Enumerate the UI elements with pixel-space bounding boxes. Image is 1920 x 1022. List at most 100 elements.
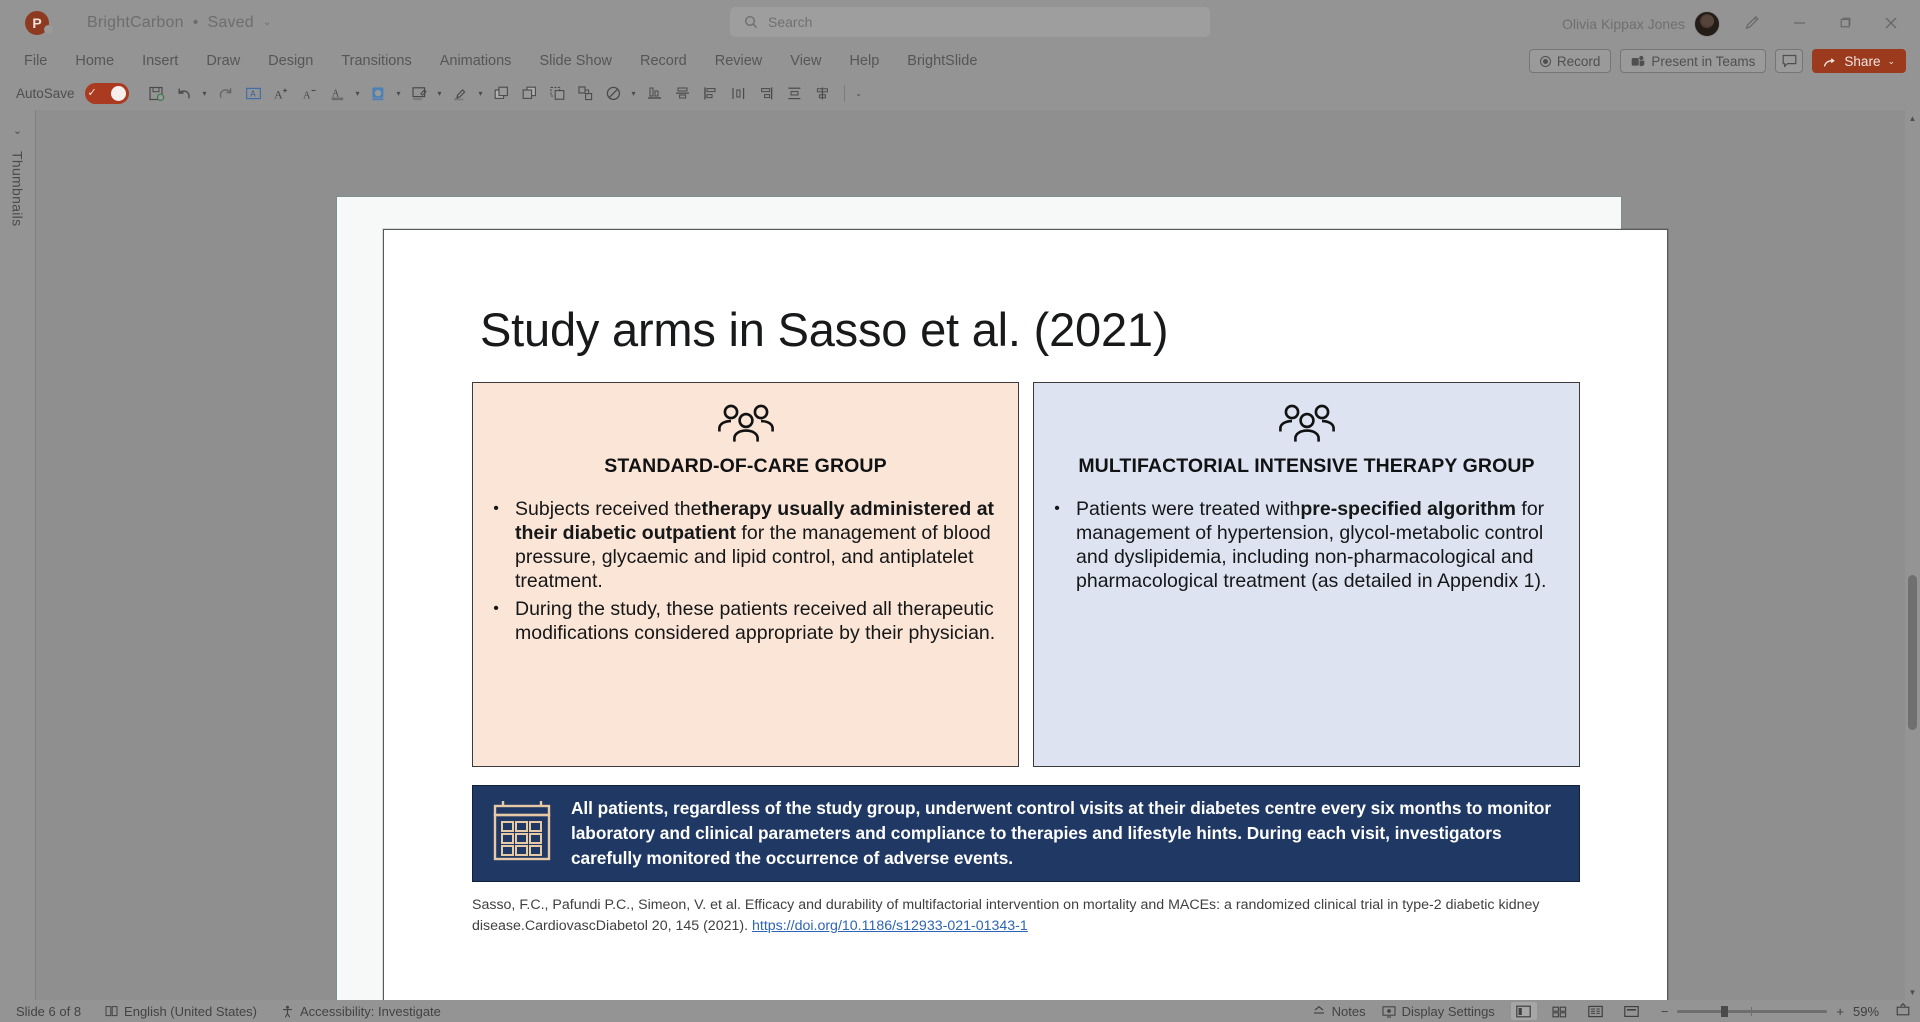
card-heading: STANDARD-OF-CARE GROUP: [604, 455, 887, 477]
no-fill-caret-icon[interactable]: ▾: [628, 80, 640, 107]
slide-show-button[interactable]: [1619, 1002, 1645, 1020]
tab-brightslide[interactable]: BrightSlide: [893, 45, 991, 77]
align-middle-icon[interactable]: [669, 80, 696, 107]
tab-insert[interactable]: Insert: [128, 45, 192, 77]
svg-text:A: A: [274, 88, 283, 102]
vertical-scrollbar[interactable]: ▲ ▼: [1905, 110, 1920, 1000]
highlight-caret-icon[interactable]: ▾: [393, 80, 405, 107]
scroll-down-arrow-icon[interactable]: ▼: [1905, 984, 1920, 1000]
language-status[interactable]: English (United States): [105, 1004, 257, 1019]
document-title[interactable]: BrightCarbon • Saved ⌄: [87, 14, 271, 32]
send-backward-icon[interactable]: [516, 80, 543, 107]
tab-slide-show[interactable]: Slide Show: [525, 45, 626, 77]
close-button[interactable]: [1868, 0, 1914, 45]
card-heading: MULTIFACTORIAL INTENSIVE THERAPY GROUP: [1078, 455, 1535, 477]
thumbnails-pane-collapsed[interactable]: ⌄ Thumbnails: [0, 110, 36, 1000]
tab-animations[interactable]: Animations: [426, 45, 526, 77]
powerpoint-icon: P: [25, 10, 53, 35]
tab-file[interactable]: File: [10, 45, 61, 77]
align-bottom-icon[interactable]: [641, 80, 668, 107]
undo-icon[interactable]: [171, 80, 198, 107]
fit-to-window-icon[interactable]: [1896, 1003, 1910, 1019]
no-fill-icon[interactable]: [600, 80, 627, 107]
all-patients-banner[interactable]: All patients, regardless of the study gr…: [472, 785, 1580, 882]
tab-help[interactable]: Help: [835, 45, 893, 77]
scrollbar-thumb[interactable]: [1908, 575, 1917, 730]
zoom-out-button[interactable]: −: [1661, 1004, 1669, 1019]
card-bullet-list: • Patients were treated withpre-specifie…: [1052, 498, 1561, 594]
account-area[interactable]: Olivia Kippax Jones: [1562, 11, 1720, 37]
thumbnails-pane-label: Thumbnails: [9, 151, 26, 227]
present-in-teams-button[interactable]: Present in Teams: [1620, 49, 1767, 73]
scroll-up-arrow-icon[interactable]: ▲: [1905, 110, 1920, 126]
eyedropper-caret-icon[interactable]: ▾: [475, 80, 487, 107]
save-icon[interactable]: [143, 80, 170, 107]
tab-draw[interactable]: Draw: [192, 45, 254, 77]
list-item: • Subjects received thetherapy usually a…: [491, 498, 1000, 594]
avatar[interactable]: [1694, 11, 1720, 37]
page-title[interactable]: Study arms in Sasso et al. (2021): [480, 302, 1168, 357]
group-icon[interactable]: [572, 80, 599, 107]
minimize-button[interactable]: [1776, 0, 1822, 45]
restore-button[interactable]: [1822, 0, 1868, 45]
share-button[interactable]: Share ⌄: [1812, 49, 1906, 73]
accessibility-status[interactable]: Accessibility: Investigate: [281, 1004, 441, 1019]
zoom-level-label[interactable]: 59%: [1853, 1004, 1887, 1019]
tab-record[interactable]: Record: [626, 45, 701, 77]
zoom-slider-handle[interactable]: [1721, 1005, 1729, 1017]
qat-icon-group: ▾ A A A A ▾ ▾ ▾ ▾ ▾ ⌄: [143, 80, 865, 107]
citation-doi-link[interactable]: https://doi.org/10.1186/s12933-021-01343…: [752, 918, 1028, 934]
format-painter-caret-icon[interactable]: ▾: [434, 80, 446, 107]
autosave-toggle[interactable]: ✓: [84, 83, 129, 104]
slide-sorter-button[interactable]: [1547, 1002, 1573, 1020]
text-box-icon[interactable]: A: [240, 80, 267, 107]
tab-home[interactable]: Home: [61, 45, 128, 77]
zoom-midpoint-tick: [1751, 1006, 1753, 1016]
slide-counter[interactable]: Slide 6 of 8: [16, 1004, 81, 1019]
card-standard-of-care[interactable]: STANDARD-OF-CARE GROUP • Subjects receiv…: [472, 382, 1019, 767]
normal-view-icon: [1516, 1005, 1532, 1017]
zoom-in-button[interactable]: +: [1836, 1004, 1844, 1019]
distribute-vertical-icon[interactable]: [781, 80, 808, 107]
distribute-horizontal-icon[interactable]: [725, 80, 752, 107]
normal-view-button[interactable]: [1510, 1002, 1537, 1020]
duplicate-icon[interactable]: [544, 80, 571, 107]
svg-text:A: A: [250, 90, 256, 99]
highlight-color-icon[interactable]: [365, 80, 392, 107]
reading-view-button[interactable]: [1583, 1002, 1609, 1020]
tab-design[interactable]: Design: [254, 45, 327, 77]
toggle-knob: [110, 86, 126, 101]
eyedropper-icon[interactable]: [447, 80, 474, 107]
tab-review[interactable]: Review: [701, 45, 777, 77]
comments-button[interactable]: [1775, 49, 1804, 73]
chevron-down-icon[interactable]: ⌄: [263, 17, 272, 28]
align-left-icon[interactable]: [697, 80, 724, 107]
tab-transitions[interactable]: Transitions: [327, 45, 425, 77]
qat-overflow-caret-icon[interactable]: ⌄: [853, 80, 865, 107]
align-center-icon[interactable]: [809, 80, 836, 107]
ink-pen-icon[interactable]: [1728, 0, 1776, 45]
card-multifactorial-intensive-therapy[interactable]: MULTIFACTORIAL INTENSIVE THERAPY GROUP •…: [1033, 382, 1580, 767]
slide-canvas[interactable]: Study arms in Sasso et al. (2021) STANDA…: [383, 229, 1668, 1022]
decrease-font-size-icon[interactable]: A: [296, 80, 323, 107]
tab-view[interactable]: View: [776, 45, 835, 77]
zoom-control: − + 59%: [1661, 1003, 1910, 1019]
align-right-icon[interactable]: [753, 80, 780, 107]
zoom-slider[interactable]: [1677, 1005, 1828, 1017]
display-settings-button[interactable]: Display Settings: [1382, 1004, 1495, 1019]
format-painter-icon[interactable]: [406, 80, 433, 107]
record-button[interactable]: Record: [1528, 49, 1612, 73]
chevron-down-icon[interactable]: ⌄: [13, 124, 22, 137]
notes-button[interactable]: Notes: [1312, 1004, 1366, 1019]
bring-forward-icon[interactable]: [488, 80, 515, 107]
share-caret-icon[interactable]: ⌄: [1887, 56, 1895, 67]
svg-text:A: A: [303, 91, 311, 102]
increase-font-size-icon[interactable]: A: [268, 80, 295, 107]
font-color-icon[interactable]: A: [324, 80, 351, 107]
present-in-teams-label: Present in Teams: [1651, 53, 1756, 69]
undo-dropdown-caret-icon[interactable]: ▾: [199, 80, 211, 107]
list-item: • Patients were treated withpre-specifie…: [1052, 498, 1561, 594]
search-box[interactable]: Search: [730, 7, 1210, 37]
font-color-caret-icon[interactable]: ▾: [352, 80, 364, 107]
teams-icon: [1632, 55, 1645, 66]
